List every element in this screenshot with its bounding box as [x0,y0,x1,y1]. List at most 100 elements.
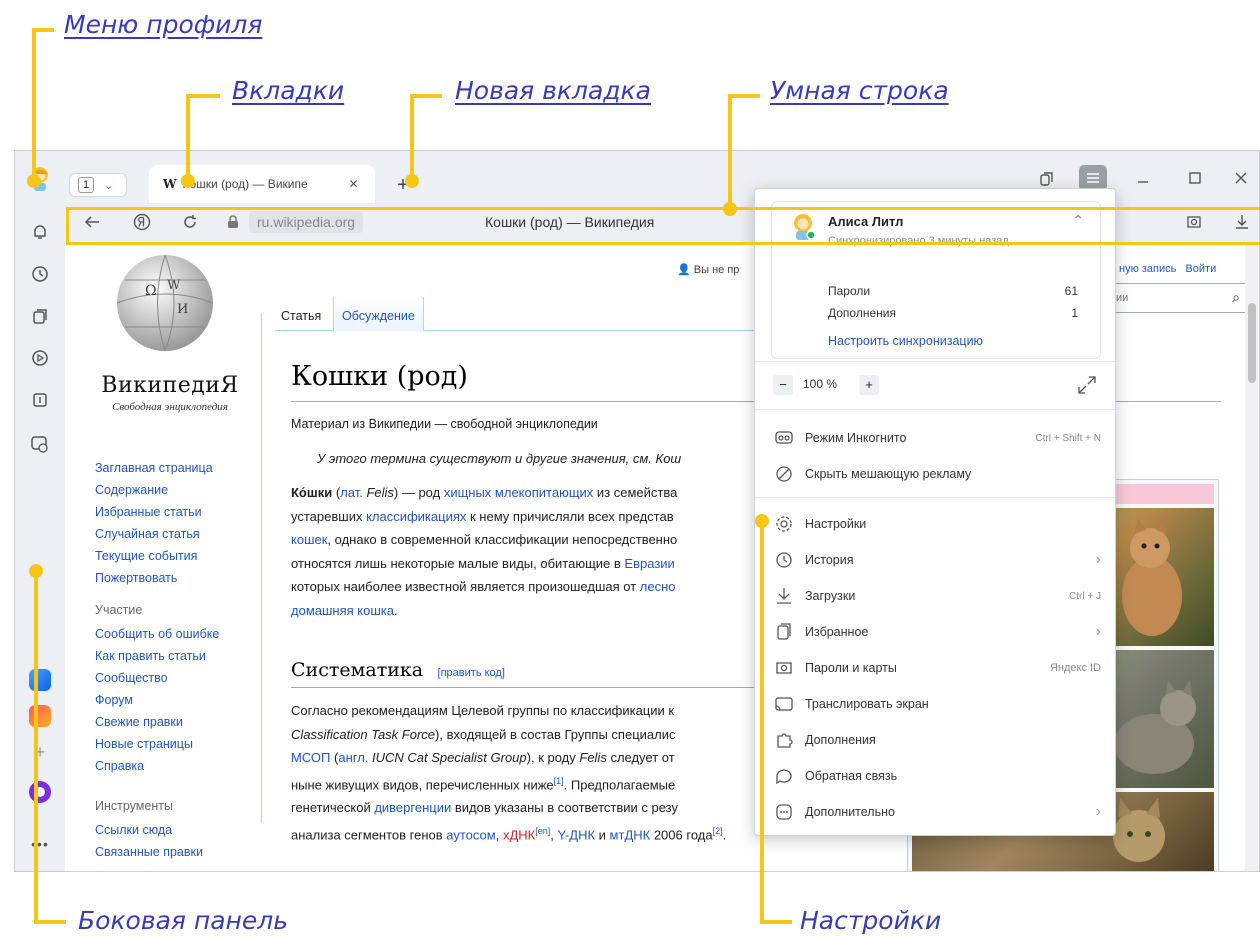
callout-settings: Настройки [800,906,942,935]
zoom-value: 100 % [803,377,838,391]
app-gallery-icon[interactable] [27,703,53,729]
chevron-right-icon: › [1095,803,1101,820]
zoom-in-button[interactable]: + [859,375,879,395]
article-paragraph-1: Ко́шки (лат. Felis) — род хищных млекопи… [291,485,678,618]
wiki-nav-link[interactable]: Связанные правки [95,841,275,863]
block-icon [773,463,795,485]
wiki-content-border [261,313,262,823]
menu-item-block-ads[interactable]: Скрыть мешающую рекламу [773,459,1101,489]
menu-item-history[interactable]: История › [773,545,1101,575]
wiki-nav-link[interactable]: Новые страницы [95,733,275,755]
wiki-logo-title: ВикипедиЯ [101,373,239,398]
menu-item-label: Пароли и карты [805,661,897,675]
zoom-out-button[interactable]: − [773,375,793,395]
history-icon [773,549,795,571]
user-notice-text: Вы не пр [693,264,740,276]
wiki-nav-link[interactable]: Случайная статья [95,523,275,545]
article-title: Кошки (род) [291,361,468,392]
more-icon[interactable]: ••• [27,831,53,857]
close-window-icon[interactable] [1229,165,1253,191]
hamburger-icon [1087,173,1099,183]
sync-settings-link[interactable]: Настроить синхронизацию [828,334,983,348]
tab-close-icon[interactable]: ✕ [348,177,358,191]
wiki-nav-link[interactable]: Содержание [95,479,275,501]
wiki-nav-link[interactable]: Сообщество [95,667,275,689]
wiki-nav-link[interactable]: Как править статьи [95,645,275,667]
smart-bar-highlight [66,207,1260,245]
wiki-search-input[interactable]: ии ⌕ [1105,283,1249,313]
app-telegram-icon[interactable] [27,667,53,693]
download-icon [773,585,795,607]
scrollbar-thumb[interactable] [1248,303,1256,383]
alice-icon[interactable] [27,779,53,805]
wiki-article-tabs: Статья Обсуждение [275,297,755,331]
menu-item-bookmarks[interactable]: Избранное › [773,617,1101,647]
history-icon[interactable] [27,261,53,287]
login-link[interactable]: Войти [1185,263,1216,275]
wiki-nav-link[interactable]: Пожертвовать [95,567,275,589]
play-icon[interactable] [27,345,53,371]
chevron-down-icon: ⌄ [104,179,114,192]
tab-counter-button[interactable]: 1 ⌄ [69,173,127,197]
add-app-icon[interactable]: + [27,739,53,765]
puzzle-icon [773,729,795,751]
wiki-nav-link[interactable]: Форум [95,689,275,711]
feedback-icon [773,765,795,787]
callout-line [728,94,760,98]
collections-icon[interactable] [27,303,53,329]
cast-icon [773,693,795,715]
create-account-link[interactable]: ную запись [1119,263,1176,275]
menu-item-label: История [805,553,854,567]
wiki-nav-link[interactable]: Свежие правки [95,711,275,733]
counter-icon[interactable] [27,387,53,413]
wiki-logo-subtitle: Свободная энциклопедия [112,401,228,413]
wiki-nav-link[interactable]: Заглавная страница [95,457,275,479]
fullscreen-icon[interactable] [1075,373,1099,397]
messenger-icon[interactable] [27,431,53,457]
minimize-icon[interactable] [1131,165,1155,191]
callout-line [410,94,442,98]
wiki-nav-link[interactable]: Текущие события [95,545,275,567]
sidebar: + ••• [15,151,65,871]
section-divider [291,687,761,688]
menu-item-label: Настройки [805,517,867,531]
menu-item-downloads[interactable]: Загрузки Ctrl + J [773,581,1101,611]
menu-item-label: Избранное [805,625,869,639]
wiki-nav-link[interactable]: Справка [95,755,275,777]
menu-item-feedback[interactable]: Обратная связь [773,761,1101,791]
wiki-nav-section-title: Участие [95,603,143,617]
edit-section-link[interactable]: [править код] [438,667,505,679]
hatnote: У этого термина существуют и другие знач… [317,451,682,466]
svg-text:Ω: Ω [145,283,157,299]
main-menu-dropdown: Алиса Литл Синхронизировано 3 минуты наз… [754,188,1116,836]
article-from: Материал из Википедии — свободной энцикл… [291,417,598,431]
callout-dot [405,174,419,188]
svg-text:И: И [177,302,188,317]
more-icon [773,801,795,823]
passwords-icon [773,657,795,679]
callout-line [32,28,54,32]
chevron-right-icon: › [1095,551,1101,568]
maximize-icon[interactable] [1183,165,1207,191]
notifications-icon[interactable] [27,219,53,245]
page-scrollbar[interactable] [1245,243,1259,871]
menu-item-more[interactable]: Дополнительно › [773,797,1101,827]
wiki-nav-link[interactable]: Сообщить об ошибке [95,623,275,645]
callout-line [410,96,414,180]
wiki-nav-link[interactable]: Ссылки сюда [95,819,275,841]
menu-item-settings[interactable]: Настройки [773,509,1101,539]
callout-line [728,96,732,210]
search-icon[interactable]: ⌕ [1232,289,1240,306]
wikipedia-globe-logo-icon[interactable]: Ω W И [105,245,225,353]
menu-item-incognito[interactable]: Режим Инкогнито Ctrl + Shift + N [773,423,1101,453]
menu-item-cast[interactable]: Транслировать экран [773,689,1101,719]
menu-item-extensions[interactable]: Дополнения [773,725,1101,755]
tab-discussion[interactable]: Обсуждение [333,297,424,331]
menu-item-label: Скрыть мешающую рекламу [805,467,972,481]
callout-smart-bar: Умная строка [770,76,949,105]
menu-item-passwords[interactable]: Пароли и карты Яндекс ID [773,653,1101,683]
callout-sidebar: Боковая панель [78,906,288,935]
wiki-nav-link[interactable]: Избранные статьи [95,501,275,523]
tab-article[interactable]: Статья [275,309,327,323]
menu-separator [755,497,1115,498]
